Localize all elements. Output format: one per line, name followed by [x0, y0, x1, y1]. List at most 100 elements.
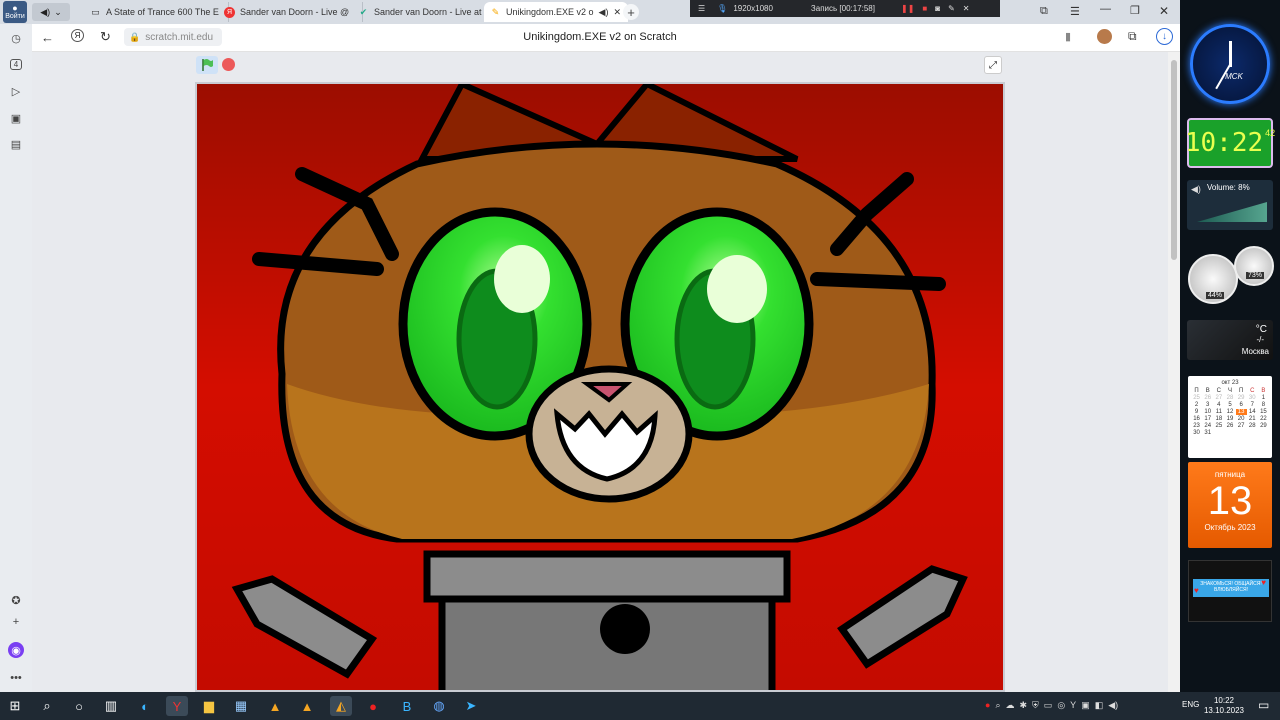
tab-unikingdom[interactable]: ✎ Unikingdom.EXE v2 o ◀) ✕ — [484, 2, 628, 22]
volume-icon[interactable]: ◀) — [1108, 700, 1118, 714]
stop-button[interactable] — [222, 58, 235, 71]
calendar-day[interactable]: 26 — [1202, 395, 1213, 401]
close-icon[interactable]: ✕ — [613, 7, 621, 18]
cursor-app-icon[interactable]: ➤ — [460, 696, 482, 716]
microphone-icon[interactable]: 🎙 — [717, 4, 727, 13]
fullscreen-button[interactable]: ⤢ — [984, 56, 1002, 74]
calendar-day[interactable]: 27 — [1213, 395, 1224, 401]
app-icon[interactable]: ◭ — [330, 696, 352, 716]
profile-avatar[interactable] — [1097, 29, 1112, 44]
calendar-day[interactable]: 3 — [1202, 402, 1213, 408]
taskbar-clock[interactable]: 10:22 13.10.2023 — [1202, 696, 1246, 716]
yandex-shield-icon[interactable]: Я — [71, 29, 84, 42]
record-icon[interactable]: ● — [362, 696, 384, 716]
calendar-day[interactable]: 31 — [1202, 430, 1213, 436]
system-tray[interactable]: ● ⌕ ☁ ✱ ⛨ ▭ ◎ Y ▣ ◧ ◀) — [985, 700, 1185, 714]
calendar-day[interactable]: 14 — [1247, 409, 1258, 415]
windows-start-icon[interactable]: ⊞ — [4, 696, 26, 716]
calendar-day[interactable]: 23 — [1191, 423, 1202, 429]
edge-icon[interactable]: ◐ — [134, 696, 156, 716]
close-icon[interactable]: ✕ — [963, 4, 970, 13]
login-button[interactable]: ● Войти — [3, 1, 27, 23]
alice-icon[interactable]: ◉ — [8, 642, 24, 658]
scrollbar-thumb[interactable] — [1171, 60, 1177, 260]
calendar-day[interactable]: 18 — [1213, 416, 1224, 422]
bluetooth-icon[interactable]: B — [396, 696, 418, 716]
history-icon[interactable]: ◷ — [8, 30, 24, 46]
counter-icon[interactable]: 4 — [8, 56, 24, 72]
volume-gadget[interactable]: ◀) Volume: 8% — [1187, 180, 1273, 230]
calendar-day[interactable]: 4 — [1213, 402, 1224, 408]
notes-icon[interactable]: ▤ — [8, 136, 24, 152]
speaker-icon[interactable]: ◀) — [599, 7, 609, 18]
camera-icon[interactable]: ◙ — [935, 4, 940, 13]
calendar-day[interactable]: 13 — [1235, 409, 1247, 415]
tab-state-of-trance[interactable]: ▭ A State of Trance 600 The E — [84, 2, 229, 22]
add-icon[interactable]: + — [8, 614, 24, 630]
calendar-day[interactable]: 28 — [1224, 395, 1235, 401]
shield-icon[interactable]: ⛨ — [1032, 700, 1039, 714]
calendar-day[interactable]: 8 — [1258, 402, 1269, 408]
yandex-icon[interactable]: Y — [1070, 700, 1076, 714]
green-flag-button[interactable] — [196, 56, 218, 74]
record-icon[interactable]: ● — [985, 700, 990, 714]
weather-gadget[interactable]: °C -/- Москва — [1187, 320, 1273, 360]
language-indicator[interactable]: ENG — [1182, 700, 1199, 709]
analog-clock-gadget[interactable]: MCK — [1190, 24, 1270, 104]
page-scrollbar[interactable] — [1168, 52, 1180, 692]
tab-sander-live-2[interactable]: ✔ Sander van Doorn - Live at — [352, 2, 495, 22]
calendar-day[interactable]: 19 — [1224, 416, 1235, 422]
calendar-day[interactable]: 2 — [1191, 402, 1202, 408]
digital-clock-gadget[interactable]: 10:22 42 — [1185, 118, 1275, 168]
calendar-gadget[interactable]: окт 23 П В С Ч П С В 25 26 27 28 29 30 1 2 3 4 5 6 7 8 9 10 11 1… — [1188, 376, 1272, 458]
game-icon[interactable]: ▲ — [264, 696, 286, 716]
pencil-icon[interactable]: ✎ — [948, 4, 955, 13]
calendar-day[interactable]: 28 — [1247, 423, 1258, 429]
dating-banner-gadget[interactable]: ЗНАКОМЬСЯ! ОБЩАЙСЯ! ВЛЮБЛЯЙСЯ! ♥ ♥ — [1188, 560, 1272, 622]
calendar-day[interactable]: 12 — [1224, 409, 1235, 415]
calendar-day[interactable]: 22 — [1258, 416, 1269, 422]
pause-icon[interactable]: ❚❚ — [901, 4, 914, 13]
back-button[interactable]: ← — [41, 30, 54, 45]
calendar-day[interactable]: 29 — [1236, 395, 1247, 401]
cloud-icon[interactable]: ☁ — [1005, 700, 1014, 714]
menu-icon[interactable]: ☰ — [1070, 5, 1080, 18]
calendar-day[interactable]: 24 — [1202, 423, 1213, 429]
calendar-day[interactable]: 11 — [1213, 409, 1224, 415]
store-icon[interactable]: ▦ — [230, 696, 252, 716]
close-window-button[interactable]: ✕ — [1159, 4, 1169, 18]
more-icon[interactable]: ••• — [8, 670, 24, 686]
calendar-day[interactable]: 1 — [1258, 395, 1269, 401]
calendar-day[interactable]: 15 — [1258, 409, 1269, 415]
games-icon[interactable]: ✪ — [8, 592, 24, 608]
app-icon[interactable]: ◎ — [1057, 700, 1065, 714]
search-icon[interactable]: ⌕ — [995, 700, 1000, 714]
game-icon[interactable]: ▲ — [296, 696, 318, 716]
new-tab-button[interactable]: + — [623, 4, 639, 20]
calendar-day[interactable]: 29 — [1258, 423, 1269, 429]
calendar-day[interactable]: 5 — [1224, 402, 1235, 408]
stop-icon[interactable]: ■ — [922, 4, 927, 13]
notifications-icon[interactable]: ▭ — [1258, 698, 1269, 712]
yandex-browser-icon[interactable]: Y — [166, 696, 188, 716]
calendar-day[interactable]: 20 — [1236, 416, 1247, 422]
app-icon[interactable]: ◍ — [428, 696, 450, 716]
download-icon[interactable]: ↓ — [1156, 28, 1173, 45]
tab-sander-live-1[interactable]: Я Sander van Doorn - Live @ — [218, 2, 363, 22]
calendar-day[interactable]: 30 — [1247, 395, 1258, 401]
calendar-day[interactable]: 6 — [1236, 402, 1247, 408]
calendar-day[interactable]: 9 — [1191, 409, 1202, 415]
url-field[interactable]: 🔒 scratch.mit.edu — [124, 28, 222, 46]
bookmark-icon[interactable]: ▮ — [1065, 30, 1071, 43]
calendar-day[interactable]: 30 — [1191, 430, 1202, 436]
task-view-icon[interactable]: ▥ — [100, 696, 122, 716]
network-icon[interactable]: ◧ — [1095, 700, 1104, 714]
screenshot-icon[interactable]: ▣ — [8, 110, 24, 126]
calendar-day[interactable]: 17 — [1202, 416, 1213, 422]
calendar-day[interactable]: 25 — [1213, 423, 1224, 429]
calendar-day[interactable]: 10 — [1202, 409, 1213, 415]
file-explorer-icon[interactable]: ▆ — [198, 696, 220, 716]
search-icon[interactable]: ⌕ — [36, 696, 58, 716]
project-stage[interactable] — [195, 82, 1005, 692]
extensions-icon[interactable]: ⧉ — [1128, 29, 1137, 44]
